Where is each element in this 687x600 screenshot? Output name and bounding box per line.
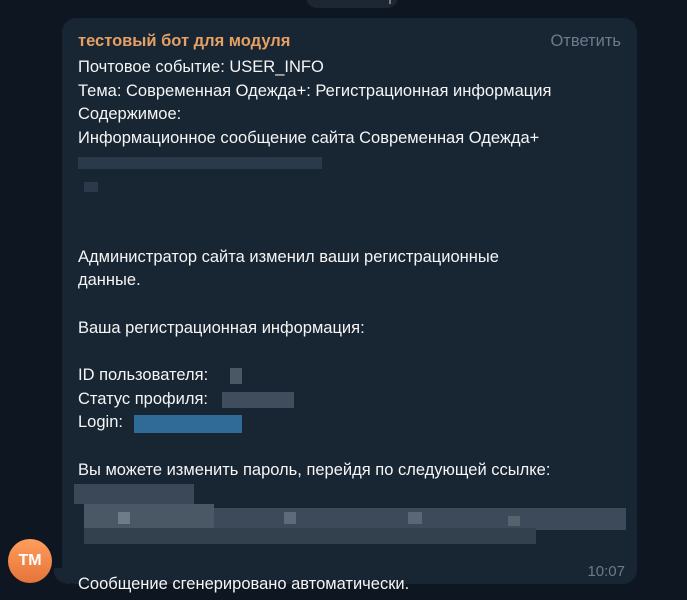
user-id-line: ID пользователя: — [78, 364, 623, 388]
sender-name[interactable]: тестовый бот для модуля — [78, 32, 290, 51]
redacted-block — [284, 512, 296, 525]
message-body: Почтовое событие: USER_INFO Тема: Соврем… — [74, 56, 626, 597]
message-line: Содержимое: — [78, 105, 182, 124]
reply-button[interactable]: Ответить — [550, 32, 621, 51]
message-line: Почтовое событие: USER_INFO — [78, 58, 324, 76]
profile-status-line: Статус профиля: — [78, 388, 623, 412]
profile-status-label: Статус профиля: — [78, 389, 208, 408]
redacted-block — [408, 512, 422, 525]
redacted-block — [230, 367, 242, 384]
redacted-block — [508, 516, 520, 527]
login-label: Login: — [78, 413, 123, 432]
redacted-block — [84, 182, 98, 193]
redacted-line — [78, 174, 623, 198]
message-line: Тема: Современная Одежда+: Регистрационн… — [78, 81, 552, 100]
message-line: Информационное сообщение сайта Современн… — [78, 129, 540, 148]
message-time: 10:07 — [587, 563, 625, 580]
sender-avatar[interactable]: TM — [8, 539, 52, 583]
redacted-block — [74, 484, 194, 505]
message-line: Администратор сайта изменил ваши регистр… — [78, 247, 499, 266]
redacted-block — [84, 528, 536, 545]
user-id-label: ID пользователя: — [78, 365, 209, 384]
message-line: данные. — [78, 271, 141, 290]
redacted-block — [222, 391, 294, 408]
login-line: Login: — [78, 411, 623, 435]
redacted-link[interactable] — [74, 482, 626, 553]
message-line: Вы можете изменить пароль, перейдя по сл… — [78, 460, 551, 479]
date-pill-mark — [389, 0, 391, 4]
message-line: Ваша регистрационная информация: — [78, 318, 365, 337]
message-bubble[interactable]: тестовый бот для модуля Ответить Почтово… — [62, 18, 637, 593]
redacted-block — [84, 504, 214, 529]
redacted-block — [78, 156, 322, 169]
redacted-block — [134, 415, 242, 434]
message-line: Сообщение сгенерировано автоматически. — [78, 575, 410, 594]
redacted-block — [118, 512, 130, 525]
date-pill — [306, 0, 398, 8]
redacted-line — [78, 151, 623, 175]
chat-area: тестовый бот для модуля Ответить Почтово… — [0, 0, 687, 600]
